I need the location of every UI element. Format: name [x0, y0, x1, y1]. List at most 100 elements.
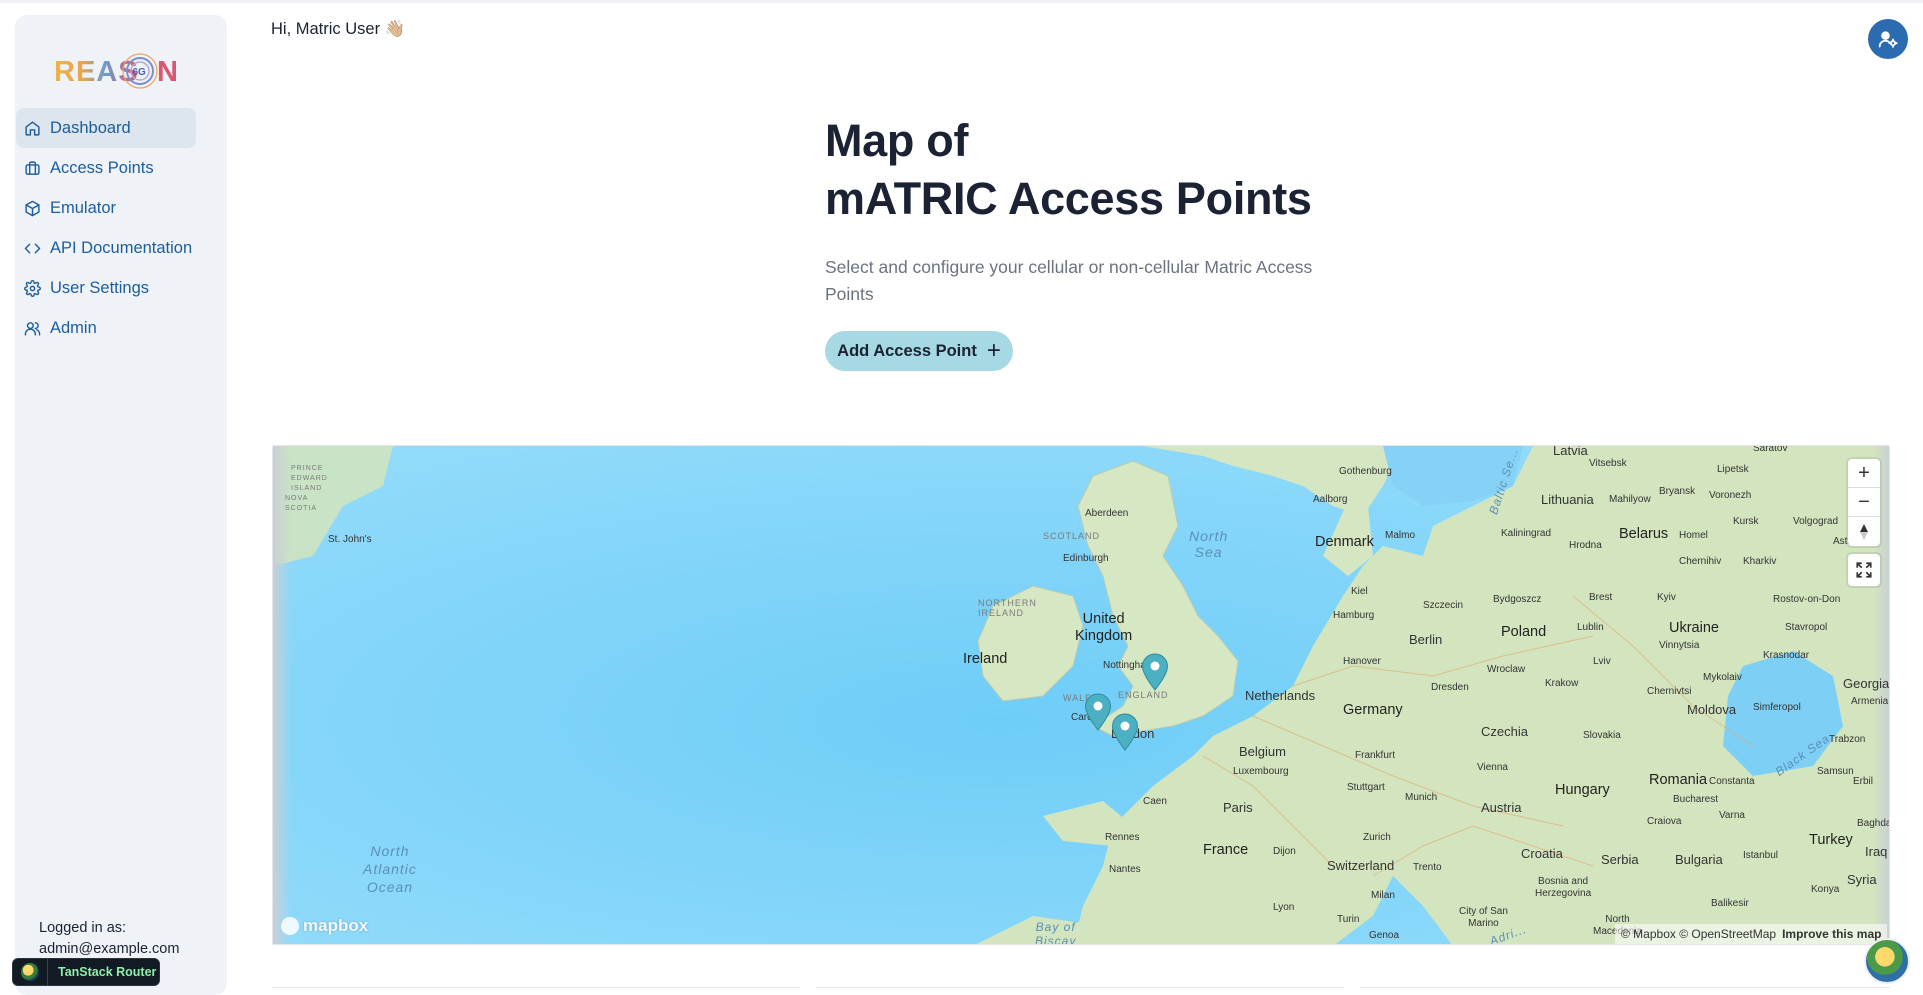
mapbox-logo-icon	[281, 917, 299, 935]
hero-section: Map of mATRIC Access Points Select and c…	[825, 112, 1345, 308]
map-label: Lithuania	[1541, 492, 1594, 507]
zoom-out-button[interactable]: −	[1848, 488, 1880, 517]
globe-icon[interactable]	[1864, 938, 1910, 984]
map-label: Moldova	[1687, 702, 1737, 717]
map-label: Turkey	[1809, 832, 1853, 848]
map-label: United Kingdom	[1075, 611, 1133, 644]
map-label: Zurich	[1363, 832, 1391, 843]
map-label: Vitsebsk	[1589, 458, 1627, 469]
map-label: Rennes	[1105, 832, 1140, 843]
svg-text:N: N	[157, 56, 176, 88]
map-label: Bucharest	[1673, 794, 1719, 805]
map-label: Constanta	[1709, 776, 1755, 787]
fullscreen-icon	[1856, 562, 1872, 578]
map-label: Ukraine	[1669, 620, 1719, 636]
map-label: Stavropol	[1785, 622, 1828, 633]
map-label: Edinburgh	[1063, 553, 1109, 564]
map-label: Lviv	[1593, 656, 1611, 667]
user-menu-button[interactable]	[1868, 19, 1908, 59]
map-label: Paris	[1223, 800, 1253, 815]
map-label: Armenia	[1851, 696, 1889, 707]
app-logo[interactable]: REAS 6G N	[36, 36, 178, 102]
map-container[interactable]: Latvia Gothenburg Vitsebsk Saratov Lipet…	[272, 445, 1890, 945]
card-top-edge	[816, 987, 1344, 995]
logged-in-label: Logged in as:	[39, 920, 127, 936]
svg-text:6G: 6G	[133, 67, 147, 78]
zoom-in-button[interactable]: +	[1848, 459, 1880, 488]
map-label: Wroclaw	[1487, 664, 1526, 675]
sidebar-item-label: Dashboard	[50, 118, 131, 137]
map-label: Baghdad	[1857, 818, 1889, 829]
map-marker-icon[interactable]	[1141, 653, 1169, 691]
map-label: Chernivtsi	[1647, 686, 1692, 697]
sidebar-item-label: Access Points	[50, 158, 154, 177]
map-label: Luxembourg	[1233, 766, 1289, 777]
map-label: Vienna	[1477, 762, 1508, 773]
mapbox-logo[interactable]: mapbox	[281, 916, 368, 936]
map-label: Aalborg	[1313, 494, 1348, 505]
map-label: Dijon	[1273, 846, 1296, 857]
sidebar-item-dashboard[interactable]: Dashboard	[16, 108, 196, 148]
map-label: Lyon	[1273, 902, 1295, 913]
map-label: Trento	[1413, 862, 1442, 873]
map-marker-icon[interactable]	[1111, 713, 1139, 751]
map-label: Bosnia and Herzegovina	[1535, 876, 1592, 899]
map-label: Krakow	[1545, 678, 1579, 689]
map-label: Denmark	[1315, 534, 1374, 550]
attribution-text[interactable]: © Mapbox © OpenStreetMap	[1621, 927, 1776, 941]
tanstack-devtools-button[interactable]: TanStack Router	[12, 958, 160, 986]
map-label: Bydgoszcz	[1493, 594, 1542, 605]
map-label: Vinnytsia	[1659, 640, 1700, 651]
sidebar-item-api-documentation[interactable]: API Documentation	[16, 228, 196, 268]
map-label: Hungary	[1555, 782, 1610, 798]
page-title-line-2: mATRIC Access Points	[825, 173, 1312, 224]
map-label: Georgia	[1843, 676, 1890, 691]
compass-button[interactable]	[1848, 517, 1880, 546]
fullscreen-button[interactable]	[1848, 554, 1880, 586]
plus-icon: +	[986, 337, 1001, 364]
users-icon	[24, 320, 41, 337]
gear-icon	[24, 279, 41, 297]
cube-icon	[24, 200, 41, 217]
map-label: Ireland	[963, 651, 1008, 667]
map-label: City of San Marino	[1459, 906, 1508, 929]
sidebar-item-emulator[interactable]: Emulator	[16, 188, 196, 228]
map-label: Homel	[1679, 530, 1708, 541]
map-label: Genoa	[1369, 930, 1400, 941]
sidebar-item-admin[interactable]: Admin	[16, 308, 196, 348]
map-label: Brest	[1589, 592, 1613, 603]
card-top-edge	[272, 987, 800, 995]
map-label: Austria	[1481, 800, 1522, 815]
map-label: Mahilyow	[1609, 494, 1651, 505]
improve-map-link[interactable]: Improve this map	[1782, 927, 1881, 941]
map-label: Rostov-on-Don	[1773, 594, 1841, 605]
tanstack-label: TanStack Router	[58, 965, 157, 979]
sidebar-item-access-points[interactable]: Access Points	[16, 148, 196, 188]
map-marker-icon[interactable]	[1084, 693, 1112, 731]
map-label: Bulgaria	[1675, 852, 1723, 867]
map-label: Dresden	[1431, 682, 1469, 693]
logged-in-info: Logged in as: admin@example.com	[39, 918, 179, 960]
tanstack-logo-icon	[21, 963, 39, 981]
page-title: Map of mATRIC Access Points	[825, 112, 1345, 228]
sidebar-item-label: Admin	[50, 318, 97, 337]
map-label: Volgograd	[1793, 516, 1839, 527]
map-label: Craiova	[1647, 816, 1682, 827]
map-label: Hrodna	[1569, 540, 1602, 551]
sidebar-item-user-settings[interactable]: User Settings	[16, 268, 196, 308]
map-label: Syria	[1847, 872, 1877, 887]
map-label: Kharkiv	[1743, 556, 1777, 567]
map-label: St. John's	[328, 534, 372, 545]
map-label: Trabzon	[1829, 734, 1866, 745]
map-label: Switzerland	[1327, 858, 1395, 873]
map-label: Germany	[1343, 702, 1403, 718]
map-label: Caen	[1143, 796, 1167, 807]
map-label: Slovakia	[1583, 730, 1621, 741]
map-label: NORTHERN IRELAND	[978, 598, 1037, 618]
map-label: Hanover	[1343, 656, 1381, 667]
divider	[47, 958, 48, 986]
sidebar-nav: Dashboard Access Points Emulator API Doc…	[16, 108, 196, 348]
add-access-point-button[interactable]: Add Access Point +	[825, 331, 1013, 371]
briefcase-icon	[24, 160, 41, 177]
reason-logo-icon: REAS 6G N	[54, 53, 178, 89]
